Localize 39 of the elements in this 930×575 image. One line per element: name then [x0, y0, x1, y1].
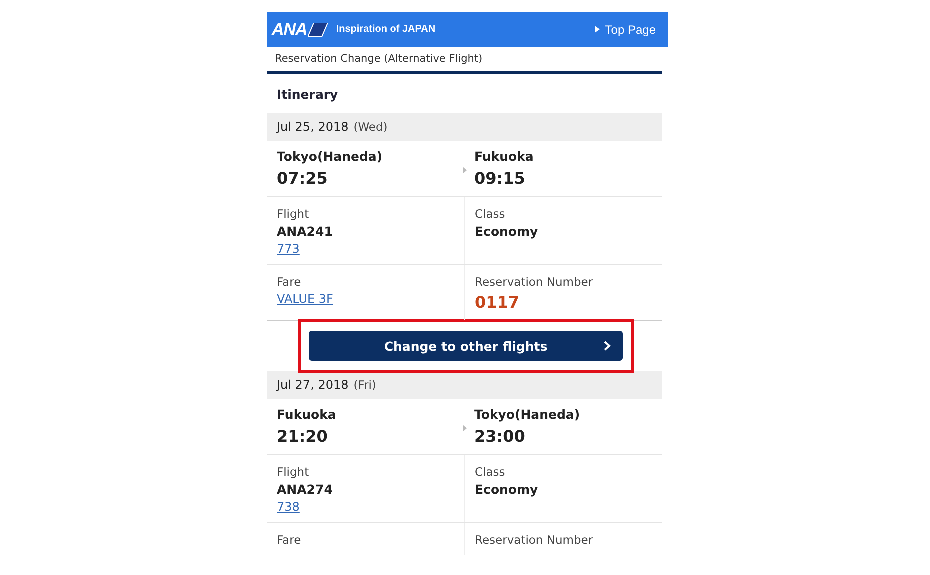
weekday: (Wed) — [354, 120, 388, 134]
fare-link[interactable]: VALUE 3F — [277, 292, 454, 306]
change-flights-button[interactable]: Change to other flights — [309, 331, 623, 361]
flight-date: Jul 27, 2018 — [277, 378, 349, 392]
flight-label: Flight — [277, 465, 310, 479]
reservation-number-label: Reservation Number — [475, 275, 594, 289]
aircraft-link[interactable]: 738 — [277, 500, 454, 514]
flight-label: Flight — [277, 207, 310, 221]
class-value: Economy — [475, 224, 540, 239]
arrival-time: 23:00 — [474, 427, 526, 446]
departure-time: 07:25 — [277, 169, 329, 188]
page-title: Reservation Change (Alternative Flight) — [274, 52, 484, 67]
class-value: Economy — [475, 482, 540, 497]
weekday: (Fri) — [354, 378, 376, 392]
departure-city: Fukuoka — [277, 407, 338, 422]
triangle-icon — [462, 167, 466, 174]
class-label: Class — [475, 465, 506, 479]
reservation-number: 0117 — [475, 293, 521, 312]
section-title: Itinerary — [276, 86, 340, 104]
flight-number: ANA274 — [277, 482, 334, 497]
fare-label: Fare — [277, 275, 302, 289]
tagline: Inspiration of JAPAN — [336, 24, 436, 35]
arrival-city: Tokyo(Haneda) — [474, 407, 582, 422]
flight-number: ANA241 — [277, 224, 334, 239]
class-label: Class — [475, 207, 506, 221]
arrival-city: Fukuoka — [474, 149, 535, 164]
chevron-right-icon — [604, 341, 611, 351]
aircraft-link[interactable]: 773 — [277, 242, 454, 256]
arrival-time: 09:15 — [474, 169, 526, 188]
top-page-link[interactable]: Top Page — [595, 22, 656, 36]
flight-date: Jul 25, 2018 — [277, 120, 349, 134]
fare-label: Fare — [277, 533, 302, 547]
reservation-number-label: Reservation Number — [475, 533, 594, 547]
logo-text: ANA — [272, 20, 308, 40]
logo-stripe-icon — [308, 22, 328, 36]
departure-city: Tokyo(Haneda) — [277, 149, 384, 164]
departure-time: 21:20 — [277, 427, 329, 446]
triangle-icon — [462, 425, 466, 432]
triangle-icon — [595, 26, 600, 33]
